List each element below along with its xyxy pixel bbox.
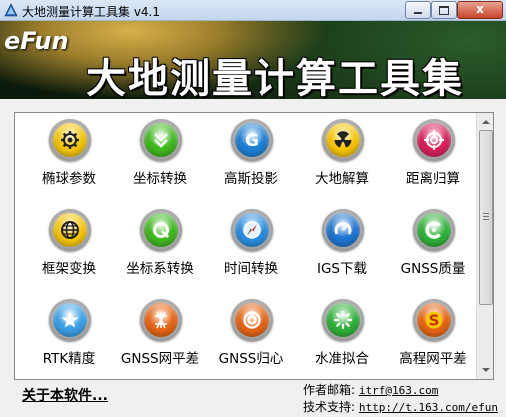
tool-label: GNSS网平差 xyxy=(120,351,200,367)
tool-label: GNSS质量 xyxy=(400,261,466,277)
maximize-button[interactable] xyxy=(431,1,457,19)
tool-button[interactable]: GNSS质量 xyxy=(387,207,479,287)
tool-button[interactable]: 椭球参数 xyxy=(23,117,115,197)
lattice-icon xyxy=(140,299,182,341)
banner: eFun 大地测量计算工具集 xyxy=(0,21,506,99)
tool-button[interactable]: 水准拟合 xyxy=(296,297,388,377)
app-icon xyxy=(4,3,18,17)
tool-button[interactable]: 大地解算 xyxy=(296,117,388,197)
tool-label: 大地解算 xyxy=(315,171,369,187)
scroll-thumb[interactable] xyxy=(479,130,493,305)
support-row: 技术支持: http://t.163.com/efun xyxy=(303,398,498,415)
tool-label: 高程网平差 xyxy=(399,351,467,367)
tool-label: 框架变换 xyxy=(42,261,96,277)
email-row: 作者邮箱: itrf@163.com xyxy=(303,381,438,398)
tool-label: 坐标转换 xyxy=(133,171,187,187)
tool-label: RTK精度 xyxy=(42,351,96,367)
q-letter-icon xyxy=(140,209,182,251)
tool-button[interactable]: 坐标系转换 xyxy=(114,207,206,287)
scroll-up-arrow[interactable] xyxy=(477,113,493,130)
tool-button[interactable]: 框架变换 xyxy=(23,207,115,287)
tool-label: GNSS归心 xyxy=(218,351,284,367)
target-ring-icon xyxy=(231,299,273,341)
tool-button[interactable]: IGS下载 xyxy=(296,207,388,287)
support-label: 技术支持: xyxy=(303,400,356,414)
close-icon: x xyxy=(476,2,484,16)
tool-button[interactable]: GNSS归心 xyxy=(205,297,297,377)
globe-icon xyxy=(49,209,91,251)
c-ring-icon xyxy=(413,209,455,251)
support-link[interactable]: http://t.163.com/efun xyxy=(359,401,498,414)
email-label: 作者邮箱: xyxy=(303,383,356,397)
tool-button[interactable]: 距离归算 xyxy=(387,117,479,197)
tool-button[interactable]: 时间转换 xyxy=(205,207,297,287)
tool-label: IGS下载 xyxy=(316,261,367,277)
download-arc-icon xyxy=(322,209,364,251)
tool-label: 距离归算 xyxy=(406,171,460,187)
tool-button[interactable]: GNSS网平差 xyxy=(114,297,206,377)
tool-label: 高斯投影 xyxy=(224,171,278,187)
tool-button[interactable]: RTK精度 xyxy=(23,297,115,377)
tool-button[interactable]: 坐标转换 xyxy=(114,117,206,197)
tool-button[interactable]: S 高程网平差 xyxy=(387,297,479,377)
compass-icon xyxy=(231,209,273,251)
title-bar: 大地测量计算工具集 v4.1 x xyxy=(0,0,506,21)
tool-label: 椭球参数 xyxy=(42,171,96,187)
star-icon xyxy=(49,299,91,341)
tool-label: 水准拟合 xyxy=(315,351,369,367)
window-title: 大地测量计算工具集 v4.1 xyxy=(22,5,161,19)
svg-text:G: G xyxy=(245,131,259,150)
radiation-icon xyxy=(322,119,364,161)
about-link[interactable]: 关于本软件... xyxy=(22,385,108,405)
spinner-icon xyxy=(322,299,364,341)
tool-button[interactable]: G 高斯投影 xyxy=(205,117,297,197)
vertical-scrollbar[interactable] xyxy=(476,113,493,379)
dollar-s-icon: S xyxy=(413,299,455,341)
g-letter-icon: G xyxy=(231,119,273,161)
close-button[interactable]: x xyxy=(457,1,503,19)
tool-label: 坐标系转换 xyxy=(126,261,194,277)
crosshair-icon xyxy=(413,119,455,161)
double-chevron-down-icon xyxy=(140,119,182,161)
banner-title: 大地测量计算工具集 xyxy=(86,56,464,99)
tool-label: 时间转换 xyxy=(224,261,278,277)
gear-icon xyxy=(49,119,91,161)
minimize-button[interactable] xyxy=(405,1,431,19)
email-link[interactable]: itrf@163.com xyxy=(359,384,438,397)
scroll-down-arrow[interactable] xyxy=(477,362,493,379)
svg-text:S: S xyxy=(429,312,440,330)
logo: eFun xyxy=(4,27,69,55)
tools-panel: 椭球参数 坐标转换 G 高斯投影 大地解算 距离归算框架变换 坐标系转换 时间转换 IGS下载 G… xyxy=(14,112,494,380)
